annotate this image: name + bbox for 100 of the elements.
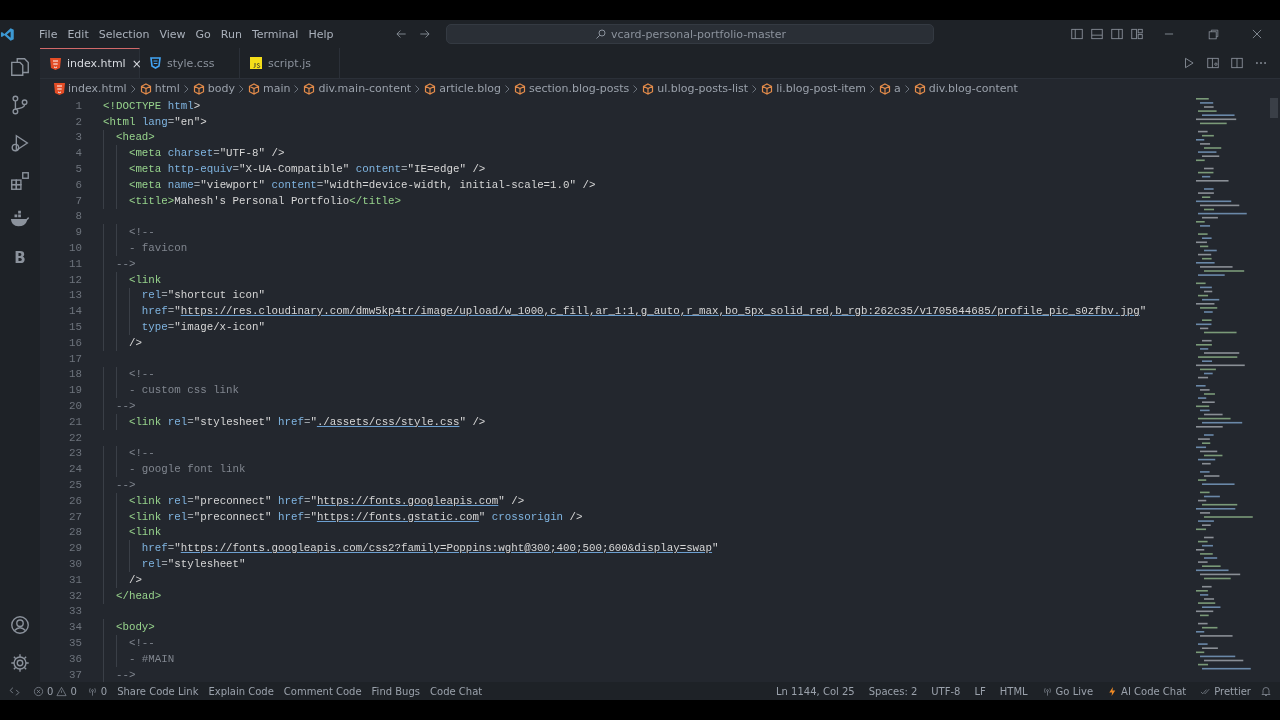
close-icon[interactable] <box>1250 27 1264 41</box>
cube-icon <box>247 82 260 95</box>
breadcrumb-item[interactable]: li.blog-post-item <box>776 82 867 95</box>
line-number: 30 <box>68 558 82 570</box>
layout-grid-icon[interactable] <box>1130 27 1144 41</box>
files-icon[interactable] <box>9 56 31 78</box>
menu-item[interactable]: Go <box>190 24 216 44</box>
editor-tab[interactable]: style.css <box>140 48 240 78</box>
line-number: 11 <box>68 257 82 270</box>
settings-icon[interactable] <box>9 652 31 674</box>
status-item[interactable]: Prettier <box>1214 685 1251 697</box>
breadcrumb-item[interactable]: html <box>154 82 180 95</box>
line-number: 4 <box>74 147 82 160</box>
source-control-icon[interactable] <box>9 94 31 116</box>
remote-icon[interactable] <box>7 684 21 698</box>
code-line: <meta charset="UTF-8" /> <box>128 147 285 160</box>
code-line: type="image/x-icon" <box>141 321 265 334</box>
scrollbar-thumb[interactable] <box>1270 98 1278 118</box>
breadcrumb-item[interactable]: body <box>207 82 235 95</box>
status-item[interactable]: Go Live <box>1055 685 1094 697</box>
status-item[interactable]: Spaces: 2 <box>868 685 918 697</box>
status-item[interactable]: LF <box>974 685 986 697</box>
menu-item[interactable]: File <box>34 24 63 44</box>
split-editor-icon[interactable] <box>1230 56 1244 70</box>
breadcrumb-item[interactable]: index.html <box>68 82 127 95</box>
code-line: - google font link <box>128 463 246 476</box>
menu-item[interactable]: Terminal <box>246 24 304 44</box>
code-line: <link <box>128 273 162 286</box>
broadcast-icon[interactable] <box>1041 685 1053 697</box>
status-item[interactable]: Comment Code <box>278 685 367 697</box>
code-line: <link rel="stylesheet" href="./assets/css/style.css" /> <box>128 415 486 428</box>
code-line: <!-- <box>128 226 155 239</box>
code-line: </head> <box>115 589 162 602</box>
chevron-icon <box>294 84 300 93</box>
code-line: <link rel="preconnect" href="https://fonts.googleapis.com" /> <box>128 494 525 507</box>
status-item[interactable]: HTML <box>999 685 1028 697</box>
chevron-icon <box>415 84 421 93</box>
account-icon[interactable] <box>9 614 31 636</box>
js-file-icon <box>250 57 262 69</box>
menu-item[interactable]: Selection <box>93 24 155 44</box>
line-number: 10 <box>68 242 82 255</box>
sidebar-layout-icon[interactable] <box>1070 27 1084 41</box>
menu-item[interactable]: Edit <box>62 24 94 44</box>
warning-count[interactable]: 0 <box>70 685 77 697</box>
breadcrumb-item[interactable]: div.blog-content <box>928 82 1018 95</box>
status-item[interactable]: Ln 1144, Col 25 <box>776 685 855 697</box>
breadcrumb-item[interactable]: div.main-content <box>318 82 412 95</box>
cube-icon <box>192 82 205 95</box>
status-item[interactable]: Code Chat <box>425 685 488 697</box>
status-item[interactable]: Explain Code <box>203 685 279 697</box>
menu-item[interactable]: Run <box>215 24 247 44</box>
error-icon[interactable] <box>33 685 44 697</box>
line-number: 20 <box>68 400 82 413</box>
code-line: - custom css link <box>128 384 240 397</box>
status-item[interactable]: Share Code Link <box>112 685 204 697</box>
warning-icon[interactable] <box>56 685 68 697</box>
status-item[interactable]: UTF-8 <box>931 685 961 697</box>
broadcast-icon[interactable] <box>86 685 98 697</box>
cube-icon <box>879 82 892 95</box>
back-arrow-icon[interactable] <box>394 27 409 41</box>
run-debug-icon[interactable] <box>9 132 31 154</box>
cube-icon <box>913 82 926 95</box>
ports-count[interactable]: 0 <box>100 685 108 697</box>
breadcrumb-item[interactable]: ul.blog-posts-list <box>657 82 749 95</box>
restore-icon[interactable] <box>1206 27 1220 41</box>
code-line: rel="shortcut icon" <box>141 289 265 302</box>
open-preview-icon[interactable] <box>1206 56 1220 70</box>
code-line: --> <box>115 479 136 491</box>
run-icon[interactable] <box>1182 56 1196 70</box>
error-count[interactable]: 0 <box>47 685 54 697</box>
chevron-icon <box>904 84 910 93</box>
line-number: 2 <box>74 115 82 128</box>
code-line: <!-- <box>128 637 155 649</box>
breadcrumb-item[interactable]: section.blog-posts <box>528 82 630 95</box>
editor-tab[interactable]: index.html × <box>40 48 140 78</box>
panel-layout-icon[interactable] <box>1090 27 1104 41</box>
line-number: 1 <box>74 99 82 112</box>
breadcrumb-item[interactable]: main <box>262 82 291 95</box>
code-line: <head> <box>115 131 155 144</box>
code-line: /> <box>128 336 142 349</box>
activity-bar-item[interactable]: B <box>14 246 26 270</box>
line-number: 6 <box>74 178 82 191</box>
cube-icon <box>513 82 526 95</box>
cube-icon <box>303 82 316 95</box>
status-item[interactable]: Find Bugs <box>366 685 426 697</box>
bell-icon[interactable] <box>1260 685 1272 697</box>
menu-item[interactable]: View <box>154 24 191 44</box>
code-line: <!-- <box>128 447 155 460</box>
breadcrumb-item[interactable]: article.blog <box>439 82 501 95</box>
menu-item[interactable]: Help <box>303 24 339 44</box>
status-item[interactable]: AI Code Chat <box>1121 685 1187 697</box>
code-line: <body> <box>115 621 155 634</box>
extensions-icon[interactable] <box>9 170 31 192</box>
command-center-search[interactable]: vcard-personal-portfolio-master <box>446 24 935 44</box>
line-number: 37 <box>68 668 82 681</box>
vscode-logo-icon <box>0 26 15 42</box>
line-number: 13 <box>68 289 82 302</box>
breadcrumb-item[interactable]: a <box>894 82 901 95</box>
close-icon[interactable]: × <box>131 56 142 71</box>
secondary-sidebar-icon[interactable] <box>1110 27 1124 41</box>
